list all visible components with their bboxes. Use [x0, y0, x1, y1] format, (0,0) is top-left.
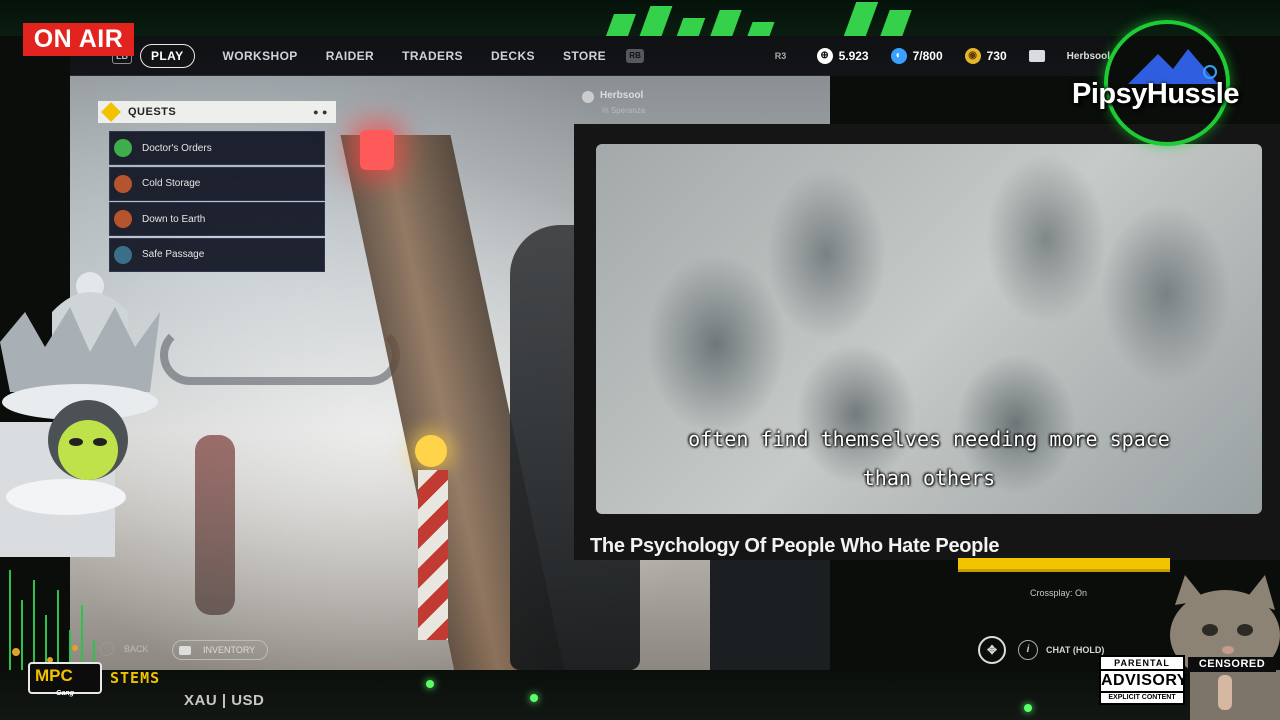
tab-store[interactable]: STORE — [563, 49, 606, 63]
scene-yellow-light — [415, 435, 447, 467]
info-icon: i — [1018, 640, 1038, 660]
quest-diamond-icon — [101, 102, 121, 122]
backpack-icon: ◐ — [890, 48, 907, 64]
logo-wordmark: PipsyHussle — [1072, 78, 1239, 110]
gold-value: 730 — [986, 49, 1007, 63]
advisory-line-3: EXPLICIT CONTENT — [1101, 691, 1183, 703]
scene-shadow — [710, 555, 830, 670]
chat-hint: ✥ i CHAT (HOLD) — [978, 636, 1104, 664]
ticker-candle — [843, 2, 879, 36]
coins-value: 5.923 — [838, 49, 869, 63]
scene-red-light — [360, 130, 394, 170]
ticker-candle — [710, 10, 742, 36]
quests-panel: QUESTS ● ● Doctor's Orders Cold Storage … — [98, 101, 336, 277]
quest-list: Doctor's Orders Cold Storage Down to Ear… — [109, 131, 325, 272]
backpack-stat: ◐ 7/800 — [890, 48, 943, 64]
ticker-candle — [676, 18, 706, 36]
chat-label[interactable]: CHAT (HOLD) — [1046, 645, 1104, 655]
mpc-logo: MPC Gang — [28, 662, 102, 697]
subtitle-line-1: often find themselves needing more space — [688, 427, 1170, 451]
rank-icon: R3 — [774, 51, 787, 61]
chess-queen-mascot — [0, 272, 160, 557]
tab-workshop[interactable]: WORKSHOP — [223, 49, 298, 63]
quest-icon — [114, 245, 132, 264]
quests-title: QUESTS — [128, 106, 177, 118]
back-label: BACK — [124, 644, 149, 654]
tab-raider[interactable]: RAIDER — [326, 49, 374, 63]
b-button-icon — [100, 642, 114, 656]
ready-button-bar[interactable] — [958, 558, 1170, 572]
crossplay-status: Crossplay: On — [1030, 588, 1088, 598]
coin-icon: ⊕ — [816, 48, 833, 64]
video-frame: often find themselves needing more space… — [596, 144, 1262, 514]
mascot-lower-ruff — [6, 479, 126, 515]
ticker-candle — [639, 6, 673, 36]
quest-item[interactable]: Cold Storage — [109, 166, 325, 201]
glow-dot — [530, 694, 538, 702]
more-options-icon[interactable]: ● ● — [313, 107, 328, 117]
level-stat: R3 — [773, 48, 795, 64]
gamepad-stick-icon: ✥ — [978, 636, 1006, 664]
ticker-candle — [605, 14, 637, 36]
advisory-line-1: PARENTAL — [1101, 657, 1183, 671]
mascot-face — [58, 420, 118, 480]
coins-stat: ⊕ 5.923 — [816, 48, 869, 64]
ticker-candle — [747, 22, 775, 36]
quest-item[interactable]: Safe Passage — [109, 237, 325, 272]
player-name: Herbsool — [582, 90, 645, 103]
view-button-icon — [179, 645, 191, 655]
ticker-separator: | — [221, 692, 227, 709]
stems-label: STEMS — [110, 669, 161, 687]
video-overlay: often find themselves needing more space… — [574, 124, 1280, 560]
inventory-button[interactable]: INVENTORY — [172, 640, 268, 660]
censored-label: CENSORED — [1188, 657, 1276, 672]
game-top-menu: LB PLAY WORKSHOP RAIDER TRADERS DECKS ST… — [70, 36, 1110, 76]
mpc-logo-sub: Gang — [56, 690, 74, 697]
mail-icon[interactable] — [1028, 50, 1045, 62]
tab-traders[interactable]: TRADERS — [402, 49, 463, 63]
player-nameplate: Herbsool In Speranza — [582, 90, 645, 115]
right-bumper-hint: RB — [626, 49, 645, 63]
ticker-quote: USD — [231, 692, 265, 709]
scene-figure — [195, 435, 235, 615]
quest-label: Safe Passage — [142, 249, 205, 260]
quest-icon — [114, 139, 132, 157]
mascot-eye — [69, 438, 83, 446]
player-location: In Speranza — [602, 106, 646, 115]
quest-label: Doctor's Orders — [142, 142, 212, 154]
gold-icon: ◉ — [964, 48, 981, 64]
scene-pipe — [160, 325, 400, 385]
ticker-candle — [880, 10, 912, 36]
ticker-symbol: XAU — [184, 692, 218, 709]
ticker-pair: XAU | USD — [184, 692, 264, 709]
tab-play[interactable]: PLAY — [140, 44, 195, 68]
advisory-line-2: ADVISORY — [1101, 672, 1188, 689]
mascot-eye — [93, 438, 107, 446]
glow-dot — [1024, 704, 1032, 712]
glow-dot — [426, 680, 434, 688]
quest-label: Down to Earth — [142, 213, 206, 225]
quest-label: Cold Storage — [142, 178, 201, 189]
quests-header[interactable]: QUESTS ● ● — [98, 101, 336, 123]
quest-item[interactable]: Down to Earth — [109, 202, 325, 236]
video-title: The Psychology Of People Who Hate People — [590, 535, 1000, 557]
inventory-label: INVENTORY — [203, 645, 256, 655]
scene-striped-pole — [418, 470, 448, 640]
parental-advisory-label: PARENTAL ADVISORY EXPLICIT CONTENT — [1099, 655, 1188, 705]
pipsyhussle-logo: PipsyHussle — [1066, 14, 1280, 164]
gold-stat: ◉ 730 — [964, 48, 1007, 64]
quest-icon — [114, 174, 132, 193]
quest-item[interactable]: Doctor's Orders — [109, 131, 325, 165]
on-air-badge: ON AIR — [23, 23, 134, 56]
back-button[interactable]: BACK — [100, 642, 149, 656]
tab-decks[interactable]: DECKS — [491, 49, 535, 63]
backpack-value: 7/800 — [912, 49, 943, 63]
quest-icon — [114, 210, 132, 228]
subtitle-line-2: than others — [862, 466, 996, 490]
